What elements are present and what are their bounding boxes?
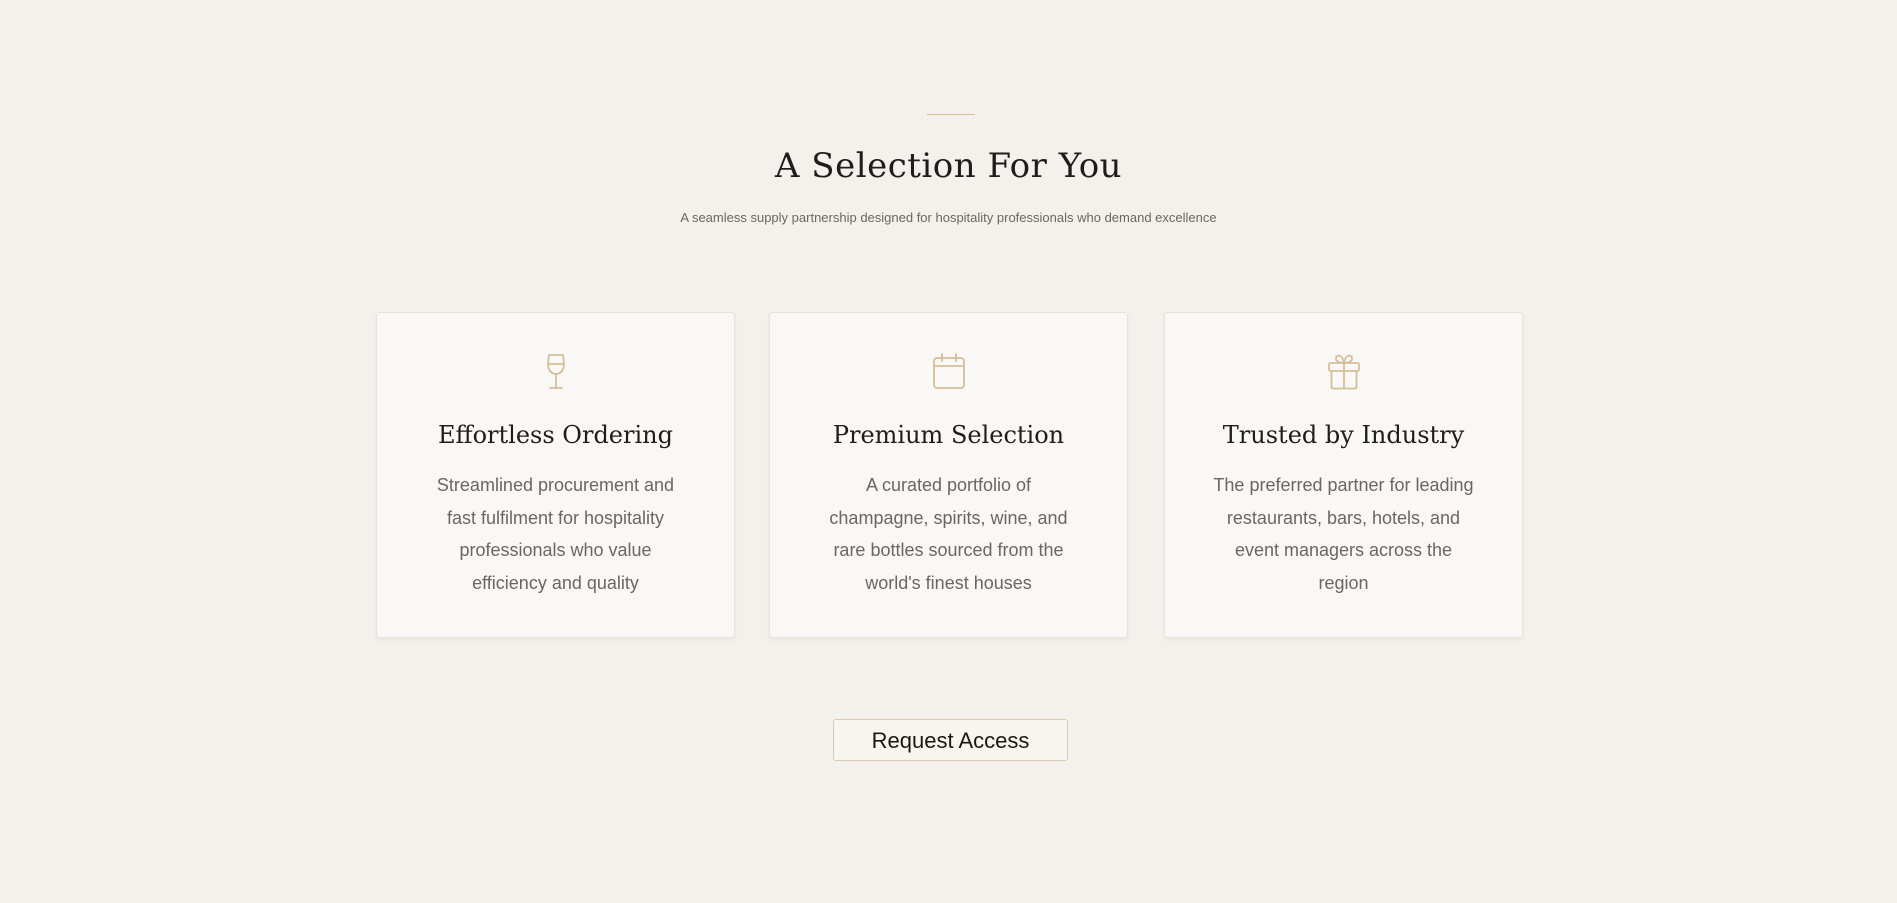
card-title: Premium Selection bbox=[832, 421, 1065, 449]
card-description: Streamlined procurement and fast fulfilm… bbox=[436, 475, 675, 593]
gift-icon bbox=[1326, 353, 1362, 391]
feature-card-trusted-by-industry: Trusted by Industry The preferred partne… bbox=[1164, 312, 1523, 638]
section-divider bbox=[927, 114, 975, 115]
card-description: The preferred partner for leading restau… bbox=[1213, 475, 1474, 593]
card-description: A curated portfolio of champagne, spirit… bbox=[829, 475, 1068, 593]
card-title: Trusted by Industry bbox=[1222, 421, 1465, 449]
feature-card-effortless-ordering: Effortless Ordering Streamlined procurem… bbox=[376, 312, 735, 638]
feature-card-premium-selection: Premium Selection A curated portfolio of… bbox=[769, 312, 1128, 638]
card-title: Effortless Ordering bbox=[438, 421, 673, 449]
calendar-icon bbox=[931, 353, 967, 391]
wine-glass-icon bbox=[538, 353, 574, 391]
section-subtitle: A seamless supply partnership designed f… bbox=[680, 210, 1217, 225]
request-access-button[interactable]: Request Access bbox=[833, 719, 1068, 761]
section-title: A Selection For You bbox=[774, 146, 1123, 186]
